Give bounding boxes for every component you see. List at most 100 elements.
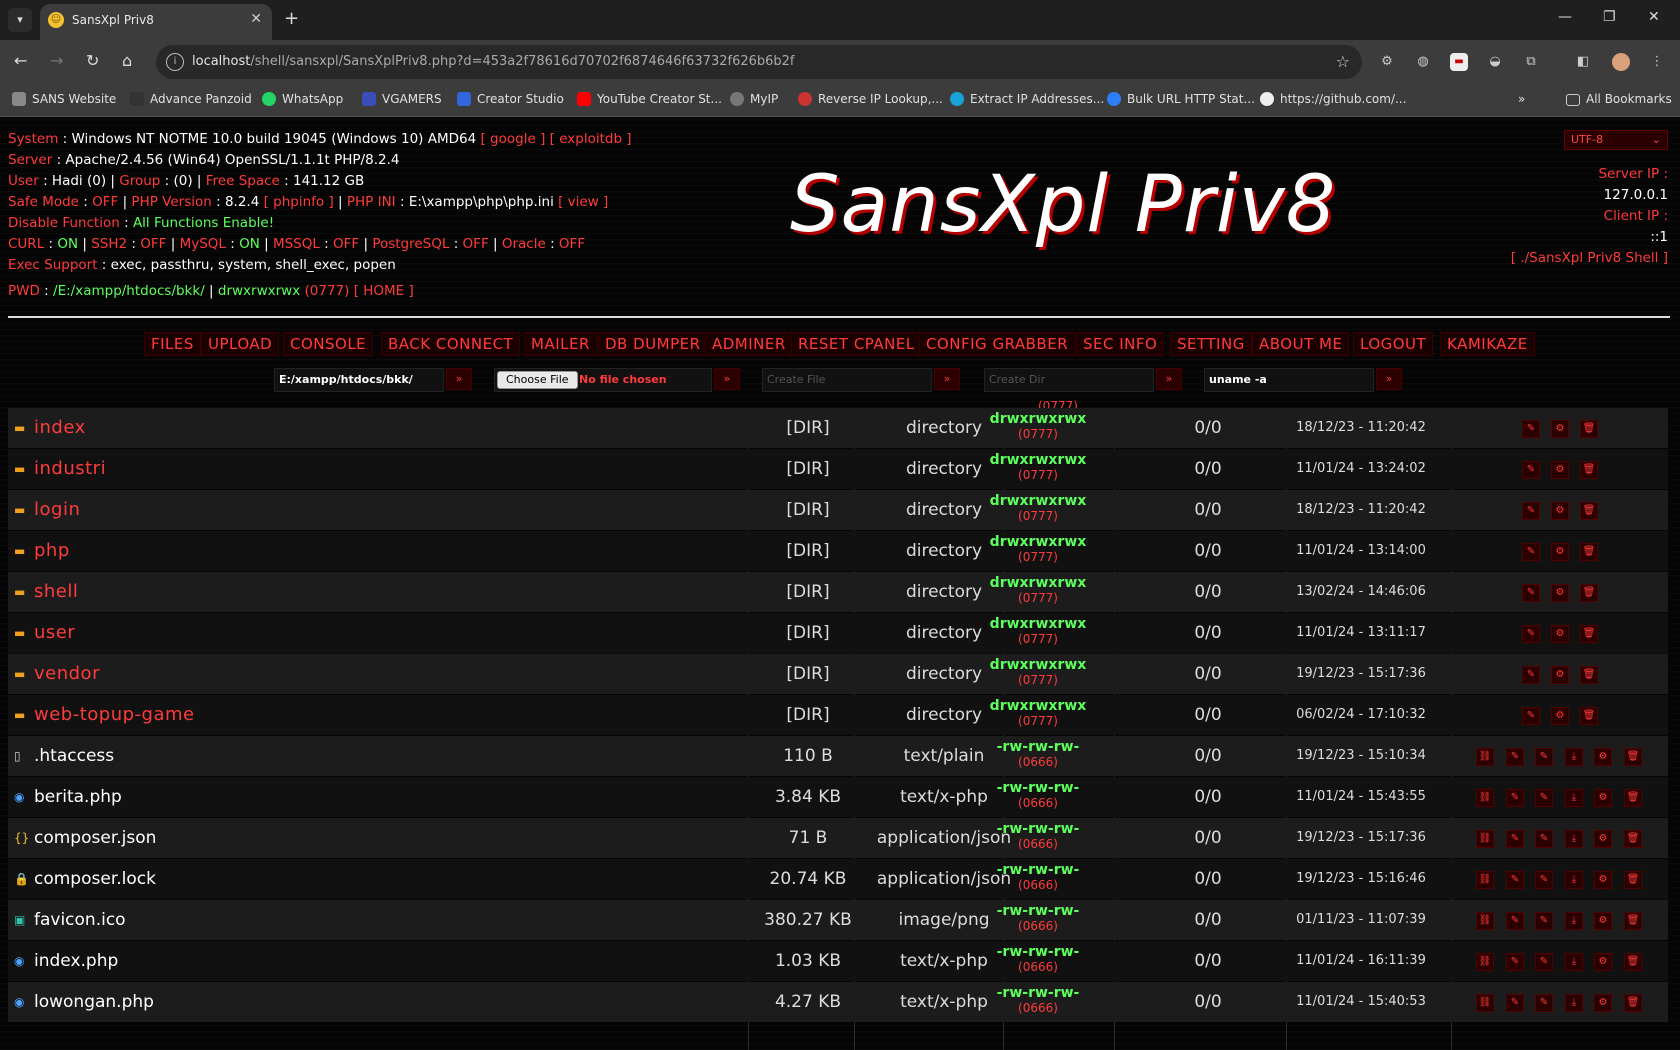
path-go-button[interactable]: » <box>446 368 472 390</box>
address-bar[interactable]: i localhost/shell/sansxpl/SansXplPriv8.p… <box>156 45 1362 79</box>
chmod-icon[interactable]: ⚙ <box>1551 502 1569 520</box>
rename-icon[interactable]: ✎ <box>1535 912 1553 930</box>
file-date[interactable]: 11/01/24 - 13:11:17 <box>1276 613 1446 653</box>
rename-icon[interactable]: ✎ <box>1535 789 1553 807</box>
menu-about-me[interactable]: ABOUT ME <box>1252 332 1350 356</box>
delete-icon[interactable]: 🗑 <box>1624 830 1642 848</box>
bookmarks-overflow-icon[interactable]: » <box>1518 92 1525 106</box>
file-permission[interactable]: drwxrwxrwx (0777) <box>988 613 1088 653</box>
file-date[interactable]: 13/02/24 - 14:46:06 <box>1276 572 1446 612</box>
edit-icon[interactable]: ✎ <box>1506 953 1524 971</box>
permission-string[interactable]: drwxrwxrwx <box>988 453 1088 468</box>
menu-upload[interactable]: UPLOAD <box>201 332 280 356</box>
bookmark-item[interactable]: Bulk URL HTTP Stat... <box>1107 92 1255 106</box>
permission-string[interactable]: -rw-rw-rw- <box>988 986 1088 1001</box>
back-icon[interactable]: ← <box>14 51 27 70</box>
file-permission[interactable]: drwxrwxrwx (0777) <box>988 449 1088 489</box>
choose-file-button[interactable]: Choose File <box>497 371 578 389</box>
create-file-go-button[interactable]: » <box>934 368 960 390</box>
edit-icon[interactable]: ✎ <box>1506 830 1524 848</box>
delete-icon[interactable]: 🗑 <box>1624 789 1642 807</box>
file-name-link[interactable]: web-topup-game <box>34 695 195 735</box>
chmod-icon[interactable]: ⚙ <box>1594 994 1612 1012</box>
new-tab-button[interactable]: + <box>284 8 299 29</box>
file-permission[interactable]: -rw-rw-rw- (0666) <box>988 900 1088 940</box>
chmod-icon[interactable]: ⚙ <box>1551 584 1569 602</box>
exploitdb-link[interactable]: [ exploitdb ] <box>550 131 632 147</box>
file-date[interactable]: 11/01/24 - 13:14:00 <box>1276 531 1446 571</box>
download-icon[interactable]: ⤓ <box>1565 789 1583 807</box>
permission-string[interactable]: drwxrwxrwx <box>988 617 1088 632</box>
bookmark-item[interactable]: Advance Panzoid <box>130 92 252 106</box>
rename-icon[interactable]: ✎ <box>1522 461 1540 479</box>
file-date[interactable]: 11/01/24 - 15:40:53 <box>1276 982 1446 1022</box>
download-icon[interactable]: ⤓ <box>1565 830 1583 848</box>
file-name-link[interactable]: php <box>34 531 70 571</box>
menu-adminer[interactable]: ADMINER <box>705 332 793 356</box>
delete-icon[interactable]: 🗑 <box>1580 666 1598 684</box>
chmod-icon[interactable]: ⚙ <box>1594 789 1612 807</box>
delete-icon[interactable]: 🗑 <box>1580 707 1598 725</box>
url-text[interactable]: localhost/shell/sansxpl/SansXplPriv8.php… <box>192 54 795 69</box>
file-date[interactable]: 11/01/24 - 13:24:02 <box>1276 449 1446 489</box>
menu-setting[interactable]: SETTING <box>1170 332 1252 356</box>
permission-string[interactable]: -rw-rw-rw- <box>988 904 1088 919</box>
rename-icon[interactable]: ✎ <box>1535 830 1553 848</box>
rename-icon[interactable]: ✎ <box>1522 707 1540 725</box>
file-permission[interactable]: -rw-rw-rw- (0666) <box>988 982 1088 1022</box>
site-info-icon[interactable]: i <box>166 53 184 71</box>
permission-string[interactable]: -rw-rw-rw- <box>988 863 1088 878</box>
bookmark-item[interactable]: Extract IP Addresses... <box>950 92 1104 106</box>
file-permission[interactable]: -rw-rw-rw- (0666) <box>988 736 1088 776</box>
file-date[interactable]: 18/12/23 - 11:20:42 <box>1276 408 1446 448</box>
file-name-link[interactable]: composer.lock <box>34 859 156 899</box>
file-date[interactable]: 18/12/23 - 11:20:42 <box>1276 490 1446 530</box>
forward-icon[interactable]: → <box>50 51 63 70</box>
restore-icon[interactable]: ❐ <box>1603 9 1616 25</box>
delete-icon[interactable]: 🗑 <box>1580 625 1598 643</box>
rename-icon[interactable]: ✎ <box>1522 502 1540 520</box>
view-ini-link[interactable]: [ view ] <box>558 194 608 210</box>
file-permission[interactable]: -rw-rw-rw- (0666) <box>988 777 1088 817</box>
rename-icon[interactable]: ✎ <box>1522 584 1540 602</box>
link-icon[interactable]: ⛓ <box>1476 871 1494 889</box>
rename-icon[interactable]: ✎ <box>1522 420 1540 438</box>
delete-icon[interactable]: 🗑 <box>1624 748 1642 766</box>
sidebar-icon[interactable]: ◧ <box>1574 53 1592 71</box>
profile-avatar[interactable] <box>1612 53 1630 71</box>
settings-gear-icon[interactable]: ⚙ <box>1378 53 1396 71</box>
permission-string[interactable]: -rw-rw-rw- <box>988 822 1088 837</box>
rename-icon[interactable]: ✎ <box>1535 871 1553 889</box>
permission-string[interactable]: drwxrwxrwx <box>988 699 1088 714</box>
rename-icon[interactable]: ✎ <box>1535 748 1553 766</box>
bookmark-item[interactable]: WhatsApp <box>262 92 343 106</box>
close-window-icon[interactable]: ✕ <box>1648 9 1660 25</box>
tab-search-button[interactable]: ▾ <box>8 8 32 32</box>
rename-icon[interactable]: ✎ <box>1535 994 1553 1012</box>
file-date[interactable]: 19/12/23 - 15:16:46 <box>1276 859 1446 899</box>
bookmark-item[interactable]: VGAMERS <box>362 92 442 106</box>
phpinfo-link[interactable]: [ phpinfo ] <box>264 194 334 210</box>
download-icon[interactable]: ⤓ <box>1565 953 1583 971</box>
shell-home-link[interactable]: [ ./SansXpl Priv8 Shell ] <box>1511 250 1668 266</box>
google-link[interactable]: [ google ] <box>481 131 546 147</box>
bookmark-item[interactable]: https://github.com/... <box>1260 92 1406 106</box>
home-icon[interactable]: ⌂ <box>122 51 132 70</box>
file-date[interactable]: 11/01/24 - 16:11:39 <box>1276 941 1446 981</box>
bookmark-item[interactable]: YouTube Creator St... <box>577 92 722 106</box>
file-permission[interactable]: drwxrwxrwx (0777) <box>988 654 1088 694</box>
file-name-link[interactable]: industri <box>34 449 106 489</box>
rename-icon[interactable]: ✎ <box>1522 543 1540 561</box>
file-date[interactable]: 11/01/24 - 15:43:55 <box>1276 777 1446 817</box>
command-go-button[interactable]: » <box>1376 368 1402 390</box>
file-name-link[interactable]: shell <box>34 572 78 612</box>
chmod-icon[interactable]: ⚙ <box>1594 953 1612 971</box>
menu-config-grabber[interactable]: CONFIG GRABBER <box>919 332 1076 356</box>
menu-mailer[interactable]: MAILER <box>524 332 597 356</box>
delete-icon[interactable]: 🗑 <box>1624 953 1642 971</box>
chmod-icon[interactable]: ⚙ <box>1594 748 1612 766</box>
delete-icon[interactable]: 🗑 <box>1580 420 1598 438</box>
permission-string[interactable]: -rw-rw-rw- <box>988 740 1088 755</box>
edit-icon[interactable]: ✎ <box>1506 912 1524 930</box>
file-permission[interactable]: drwxrwxrwx (0777) <box>988 490 1088 530</box>
